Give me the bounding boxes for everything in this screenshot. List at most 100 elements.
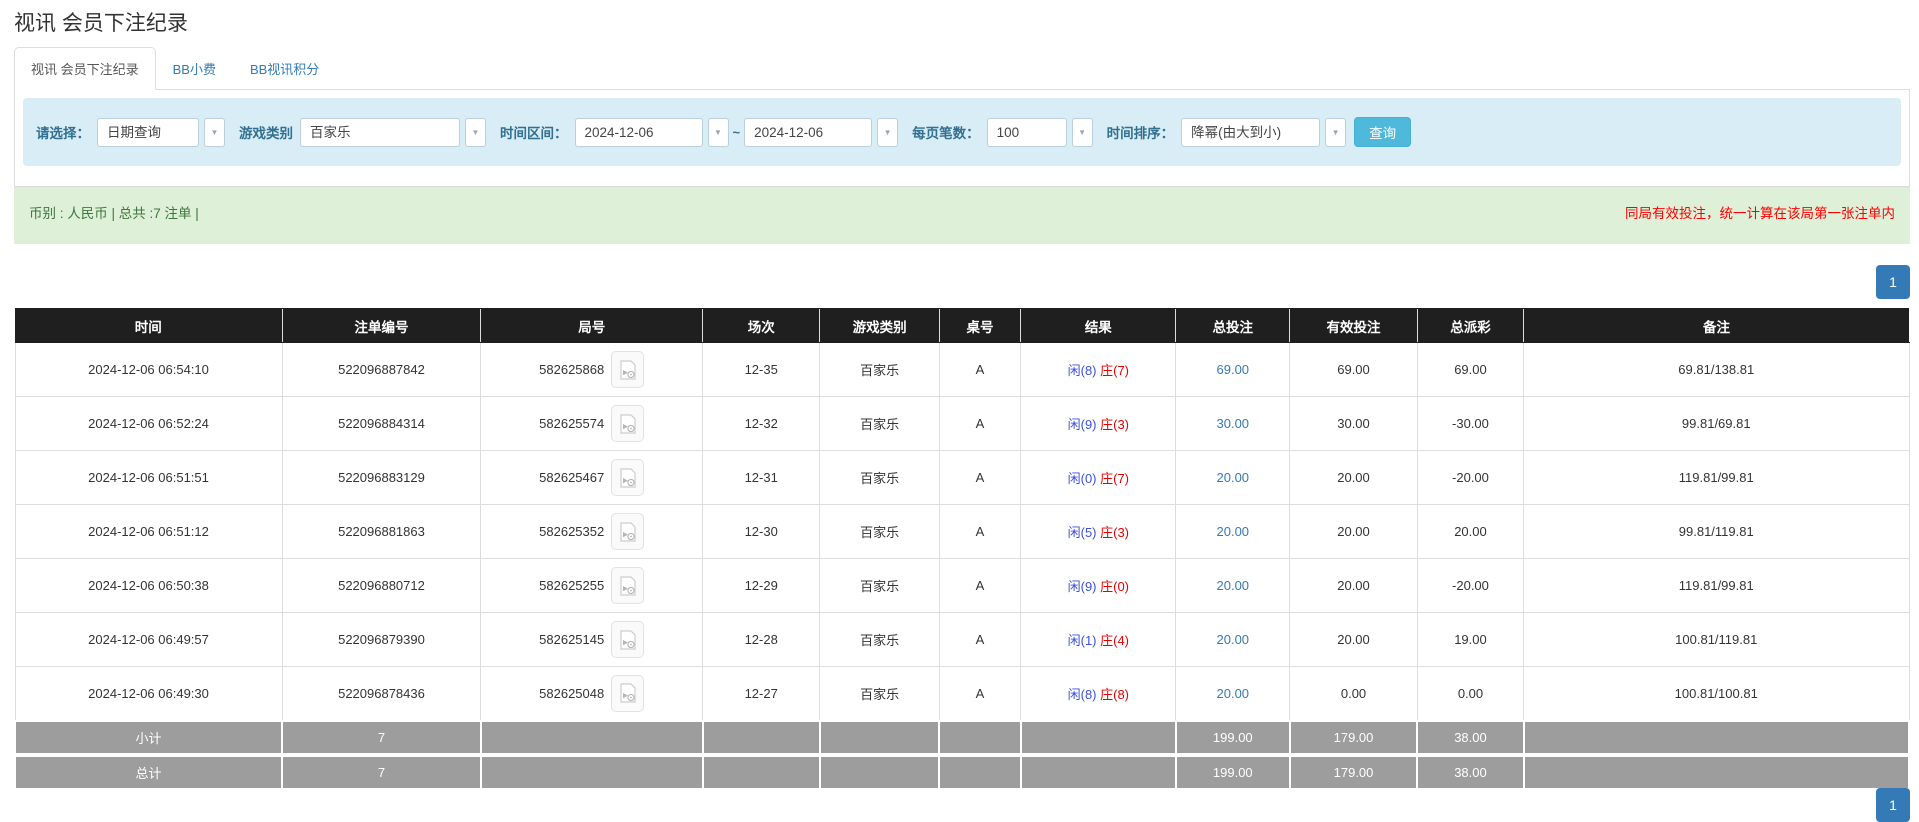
result-player: 闲(5) (1068, 525, 1097, 540)
total-bet-link[interactable]: 20.00 (1217, 686, 1250, 701)
game-category-select[interactable]: 百家乐 ▼ (300, 118, 486, 147)
time-order-value[interactable]: 降幂(由大到小) (1181, 118, 1320, 147)
tab-bb-video-points[interactable]: BB视讯积分 (233, 47, 336, 90)
page-button-1[interactable]: 1 (1876, 265, 1910, 299)
cell-session: 12-35 (703, 343, 820, 397)
date-from-select[interactable]: 2024-12-06 ▼ (575, 118, 729, 147)
cell-session: 12-27 (703, 667, 820, 721)
subtotal-row: 小计 7 199.00 179.00 38.00 (15, 721, 1909, 755)
date-from-dropdown-button[interactable]: ▼ (708, 118, 729, 147)
date-from-value[interactable]: 2024-12-06 (575, 118, 703, 147)
summary-left-text: 币别 : 人民币 | 总共 :7 注单 | (29, 202, 199, 222)
video-replay-button[interactable] (611, 675, 644, 712)
query-type-select[interactable]: 日期查询 ▼ (97, 118, 225, 147)
grand-total-count: 7 (282, 755, 481, 789)
cell-game: 百家乐 (820, 613, 939, 667)
cell-result: 闲(0) 庄(7) (1021, 451, 1176, 505)
time-order-select[interactable]: 降幂(由大到小) ▼ (1181, 118, 1346, 147)
total-bet-link[interactable]: 20.00 (1217, 470, 1250, 485)
header-table-no: 桌号 (939, 309, 1020, 343)
time-order-label: 时间排序： (1107, 122, 1175, 142)
page-size-label: 每页笔数： (912, 122, 980, 142)
cell-payout: 0.00 (1417, 667, 1523, 721)
cell-round-no: 582625145 (481, 613, 703, 667)
time-order-dropdown-button[interactable]: ▼ (1325, 118, 1346, 147)
cell-result: 闲(9) 庄(3) (1021, 397, 1176, 451)
video-clip-icon (619, 360, 637, 380)
result-player: 闲(8) (1068, 687, 1097, 702)
header-result: 结果 (1021, 309, 1176, 343)
header-valid-bet: 有效投注 (1290, 309, 1418, 343)
header-note: 备注 (1524, 309, 1910, 343)
total-bet-link[interactable]: 69.00 (1217, 362, 1250, 377)
date-to-dropdown-button[interactable]: ▼ (877, 118, 898, 147)
cell-table-no: A (939, 505, 1020, 559)
cell-valid-bet: 0.00 (1290, 667, 1418, 721)
total-bet-link[interactable]: 20.00 (1217, 578, 1250, 593)
video-replay-button[interactable] (611, 513, 644, 550)
game-category-value[interactable]: 百家乐 (300, 118, 460, 147)
total-bet-link[interactable]: 20.00 (1217, 632, 1250, 647)
table-row: 2024-12-06 06:52:24 522096884314 5826255… (15, 397, 1909, 451)
chevron-down-icon: ▼ (1332, 128, 1340, 137)
cell-payout: -20.00 (1417, 451, 1523, 505)
result-player: 闲(1) (1068, 633, 1097, 648)
cell-payout: 20.00 (1417, 505, 1523, 559)
page-title: 视讯 会员下注纪录 (14, 0, 1910, 47)
cell-total-bet: 20.00 (1176, 451, 1290, 505)
cell-valid-bet: 20.00 (1290, 451, 1418, 505)
table-body: 2024-12-06 06:54:10 522096887842 5826258… (15, 343, 1909, 721)
total-bet-link[interactable]: 30.00 (1217, 416, 1250, 431)
total-bet-link[interactable]: 20.00 (1217, 524, 1250, 539)
cell-round-no: 582625467 (481, 451, 703, 505)
search-button[interactable]: 查询 (1354, 117, 1411, 147)
table-row: 2024-12-06 06:54:10 522096887842 5826258… (15, 343, 1909, 397)
page-size-value[interactable]: 100 (987, 118, 1067, 147)
subtotal-valid-bet: 179.00 (1290, 721, 1418, 755)
cell-table-no: A (939, 613, 1020, 667)
result-player: 闲(9) (1068, 579, 1097, 594)
video-replay-button[interactable] (611, 351, 644, 388)
cell-session: 12-30 (703, 505, 820, 559)
date-to-select[interactable]: 2024-12-06 ▼ (744, 118, 898, 147)
header-total-bet: 总投注 (1176, 309, 1290, 343)
cell-session: 12-31 (703, 451, 820, 505)
cell-result: 闲(9) 庄(0) (1021, 559, 1176, 613)
result-player: 闲(0) (1068, 471, 1097, 486)
video-replay-button[interactable] (611, 405, 644, 442)
video-replay-button[interactable] (611, 621, 644, 658)
date-to-value[interactable]: 2024-12-06 (744, 118, 872, 147)
cell-note: 100.81/119.81 (1524, 613, 1910, 667)
cell-bet-no: 522096883129 (282, 451, 481, 505)
cell-valid-bet: 20.00 (1290, 505, 1418, 559)
grand-total-row: 总计 7 199.00 179.00 38.00 (15, 755, 1909, 789)
video-clip-icon (619, 414, 637, 434)
cell-note: 99.81/119.81 (1524, 505, 1910, 559)
video-replay-button[interactable] (611, 459, 644, 496)
video-clip-icon (619, 522, 637, 542)
cell-total-bet: 20.00 (1176, 613, 1290, 667)
cell-total-bet: 20.00 (1176, 667, 1290, 721)
cell-result: 闲(5) 庄(3) (1021, 505, 1176, 559)
page-size-select[interactable]: 100 ▼ (987, 118, 1093, 147)
query-type-value[interactable]: 日期查询 (97, 118, 199, 147)
subtotal-label: 小计 (15, 721, 282, 755)
header-time: 时间 (15, 309, 282, 343)
cell-result: 闲(1) 庄(4) (1021, 613, 1176, 667)
result-player: 闲(9) (1068, 417, 1097, 432)
cell-round-no: 582625048 (481, 667, 703, 721)
video-replay-button[interactable] (611, 567, 644, 604)
page-button-1-bottom[interactable]: 1 (1876, 788, 1910, 822)
game-category-dropdown-button[interactable]: ▼ (465, 118, 486, 147)
video-clip-icon (619, 468, 637, 488)
subtotal-total-bet: 199.00 (1176, 721, 1290, 755)
cell-session: 12-29 (703, 559, 820, 613)
table-header: 时间 注单编号 局号 场次 游戏类别 桌号 结果 总投注 有效投注 总派彩 备注 (15, 309, 1909, 343)
pagination-bottom: 1 (1876, 788, 1910, 822)
query-type-dropdown-button[interactable]: ▼ (204, 118, 225, 147)
cell-session: 12-28 (703, 613, 820, 667)
result-banker: 庄(3) (1100, 525, 1129, 540)
tab-bb-tips[interactable]: BB小费 (156, 47, 233, 90)
page-size-dropdown-button[interactable]: ▼ (1072, 118, 1093, 147)
tab-betting-records[interactable]: 视讯 会员下注纪录 (14, 47, 156, 90)
